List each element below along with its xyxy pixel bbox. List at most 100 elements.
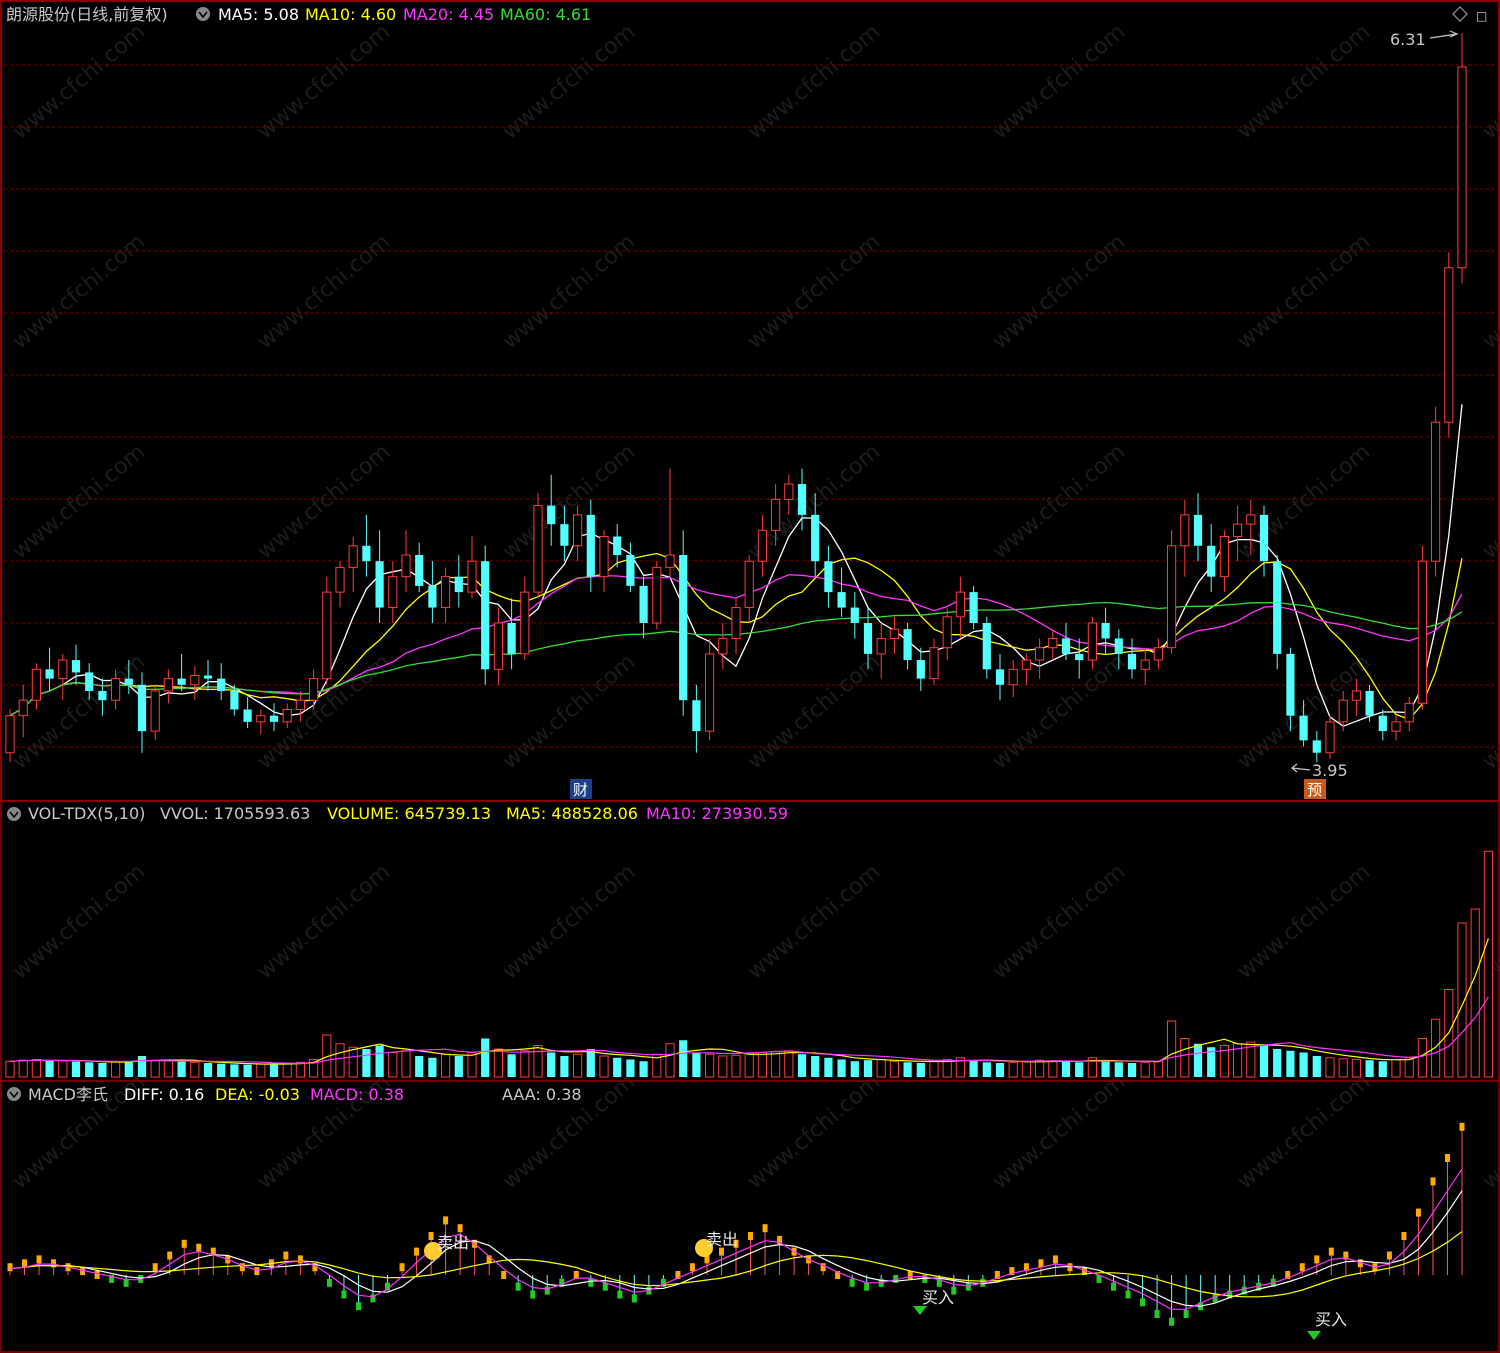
candle xyxy=(415,542,424,593)
macd-bar xyxy=(428,1232,434,1240)
stock-title[interactable]: 朗源股份(日线,前复权) xyxy=(6,5,168,24)
volume-bar xyxy=(586,1049,595,1077)
candle xyxy=(1087,616,1097,670)
watermark-text: www.cfchi.com xyxy=(743,19,885,144)
watermark-text: www.cfchi.com xyxy=(743,649,885,774)
watermark-text: www.cfchi.com xyxy=(1233,229,1375,354)
volume-bar xyxy=(837,1059,846,1077)
volume-bar xyxy=(1075,1062,1084,1077)
volume-bar xyxy=(784,1050,794,1078)
volume-bar xyxy=(744,1052,754,1078)
candle xyxy=(1391,715,1401,741)
price-grid xyxy=(4,64,1496,748)
candle-body xyxy=(388,576,398,609)
volume-bar xyxy=(415,1056,424,1077)
finance-tag[interactable]: 财 xyxy=(570,779,592,799)
candle xyxy=(335,561,345,608)
candle xyxy=(1312,731,1321,762)
volume-bar xyxy=(256,1063,266,1078)
candle-body xyxy=(1444,267,1454,423)
volume-bar xyxy=(692,1052,701,1077)
volume-bar xyxy=(335,1043,345,1078)
candle-body xyxy=(5,715,15,754)
volume-bar xyxy=(1259,1045,1269,1077)
candle-body xyxy=(573,514,583,547)
candle xyxy=(692,684,701,753)
macd-bar xyxy=(1154,1310,1160,1318)
candle xyxy=(757,514,767,577)
candle-body xyxy=(1087,622,1097,661)
volume-bar xyxy=(1378,1061,1387,1077)
volume-bar xyxy=(718,1055,728,1078)
candle-body xyxy=(520,591,530,655)
candle-body xyxy=(1259,514,1269,562)
candle-body xyxy=(98,690,107,701)
macd-bar xyxy=(588,1278,594,1287)
candle-body xyxy=(1299,715,1308,741)
buy-signal-2: 买入 xyxy=(1307,1310,1347,1340)
candle-body xyxy=(1075,653,1084,661)
volume-bar xyxy=(757,1052,767,1078)
candle xyxy=(1153,638,1163,670)
volume-bar xyxy=(1101,1060,1110,1077)
volume-bar xyxy=(1431,1018,1441,1078)
watermark-text: www.cfchi.com xyxy=(253,19,395,144)
macd-bar xyxy=(254,1267,260,1276)
macd-bar xyxy=(1444,1154,1450,1162)
candle xyxy=(269,703,279,732)
candle xyxy=(626,542,635,593)
candle xyxy=(929,638,939,685)
volume-bar xyxy=(217,1063,226,1077)
chart-canvas[interactable]: www.cfchi.com www.cfchi.com www.cfchi.com w… xyxy=(0,0,1500,1353)
volume-bar xyxy=(388,1052,398,1078)
volume-bar xyxy=(1180,1038,1190,1078)
volume-bar xyxy=(269,1063,279,1077)
candle-body xyxy=(1061,638,1071,654)
volume-bar xyxy=(71,1061,81,1077)
macd-bar xyxy=(414,1247,420,1256)
candle-body xyxy=(613,536,622,556)
candle xyxy=(1259,505,1269,577)
candle-body xyxy=(1008,668,1018,686)
watermark-text: www.cfchi.com xyxy=(1478,229,1500,354)
volume-bar xyxy=(1483,850,1493,1078)
candle xyxy=(1167,530,1177,654)
volume-bar xyxy=(428,1057,437,1077)
dropdown-circle-icon[interactable] xyxy=(196,7,210,21)
volume-bar xyxy=(441,1053,451,1078)
diamond-icon[interactable] xyxy=(1452,6,1468,22)
candle xyxy=(348,536,358,593)
candle xyxy=(850,592,859,639)
macd-bar xyxy=(22,1259,28,1268)
volume-bar xyxy=(1273,1049,1282,1077)
macd-bar xyxy=(907,1271,913,1279)
dropdown-circle-icon[interactable] xyxy=(7,1087,21,1101)
watermark-text: www.cfchi.com xyxy=(743,859,885,984)
volume-bar xyxy=(467,1052,477,1078)
candle-body xyxy=(1431,421,1441,562)
ma60-readout: MA60: 4.61 xyxy=(500,5,591,24)
watermark-text: www.cfchi.com xyxy=(1233,859,1375,984)
candle-body xyxy=(1219,536,1229,578)
candle xyxy=(1457,33,1467,284)
macd-indicator-name[interactable]: MACD李氏 xyxy=(28,1085,108,1104)
candle-body xyxy=(1167,545,1177,649)
macd-bar xyxy=(7,1263,13,1272)
candle-body xyxy=(1180,514,1190,547)
candle xyxy=(428,561,437,623)
vol-indicator-name[interactable]: VOL-TDX(5,10) xyxy=(28,804,145,823)
candle xyxy=(217,663,226,701)
candle-body xyxy=(560,524,569,546)
watermark-text: www.cfchi.com xyxy=(253,439,395,564)
volume-bar xyxy=(375,1045,384,1077)
volume-bar xyxy=(362,1049,371,1077)
dropdown-circle-icon[interactable] xyxy=(7,807,21,821)
candle-body xyxy=(111,678,121,701)
forecast-tag[interactable]: 预 xyxy=(1304,779,1326,799)
candle-body xyxy=(586,514,595,577)
volume-bar xyxy=(1114,1062,1123,1077)
volume-bar xyxy=(1299,1052,1308,1077)
candle-body xyxy=(784,483,794,500)
candle-body xyxy=(1312,740,1321,753)
candle xyxy=(1180,499,1190,577)
